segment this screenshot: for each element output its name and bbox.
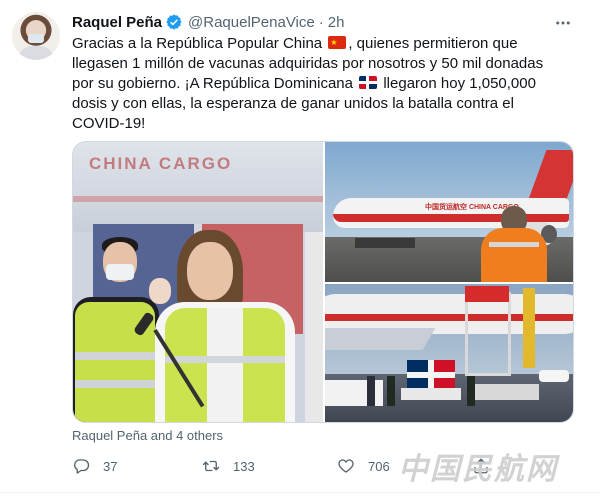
woman-head — [187, 242, 233, 300]
retweet-count: 133 — [233, 458, 255, 474]
background-person — [149, 278, 171, 304]
separator-dot: · — [318, 13, 324, 31]
yellow-lift — [523, 288, 535, 368]
tagged-users[interactable]: Raquel Peña and 4 others — [72, 428, 223, 443]
tweet-text: Gracias a la República Popular China , q… — [72, 33, 572, 134]
loader-top — [465, 286, 509, 302]
reply-button[interactable]: 37 — [72, 457, 117, 475]
tweet-header: Raquel Peña @RaquelPenaVice · 2h — [72, 12, 344, 32]
like-button[interactable]: 706 — [337, 457, 390, 475]
cargo-cart — [475, 384, 539, 400]
worker-orange-vest — [481, 228, 547, 282]
tweet-card[interactable]: Raquel Peña @RaquelPenaVice · 2h Gracias… — [0, 0, 600, 502]
tagged-users-label: Raquel Peña and 4 others — [72, 428, 224, 443]
tweet-line-1: Gracias a la República Popular China , q… — [72, 33, 572, 54]
media-grid: CHINA CARGO 中国货运航空 CHINA CARGO — [72, 141, 574, 423]
tweet-time[interactable]: 2h — [328, 14, 345, 31]
heart-icon — [338, 459, 354, 473]
worker-figure — [387, 376, 395, 406]
car — [539, 370, 569, 382]
cargo-loader — [465, 292, 511, 376]
bottom-divider — [0, 492, 600, 493]
avatar-shirt — [18, 46, 54, 60]
tweet-text-segment: por su gobierno. ¡A República Dominicana — [72, 75, 353, 92]
pillar — [305, 232, 323, 422]
dominican-flag-icon — [359, 76, 378, 89]
like-count: 706 — [368, 458, 390, 474]
cargo-cart — [401, 388, 461, 400]
verified-badge-icon — [166, 14, 182, 30]
photo-press-conference[interactable]: CHINA CARGO — [73, 142, 323, 422]
landing-gear — [355, 238, 415, 248]
china-flag-icon — [328, 33, 347, 53]
tweet-line-2: llegasen 1 millón de vacunas adquiridas … — [72, 55, 544, 72]
man-mask — [106, 264, 134, 280]
reply-icon — [74, 459, 90, 474]
retweet-button[interactable]: 133 — [202, 457, 255, 475]
tweet-line-4: dosis y con ellas, la esperanza de ganar… — [72, 95, 514, 112]
photo-stripe — [73, 196, 323, 202]
author-name[interactable]: Raquel Peña — [72, 14, 162, 31]
tweet-text-segment: Gracias a la República Popular China — [72, 35, 323, 52]
watermark: 中国民航网 — [398, 453, 558, 486]
more-horizontal-icon[interactable] — [552, 12, 574, 34]
author-handle[interactable]: @RaquelPenaVice — [188, 14, 315, 31]
avatar-mask — [28, 34, 44, 43]
plane-wing — [325, 328, 436, 350]
reply-count: 37 — [103, 458, 118, 474]
photo-cargo-plane[interactable]: 中国货运航空 CHINA CARGO — [325, 142, 573, 282]
tweet-text-segment: llegaron hoy 1,050,000 — [379, 75, 536, 92]
tweet-text-segment: , quienes permitieron que — [348, 35, 518, 52]
tweet-line-5: COVID-19! — [72, 115, 146, 132]
avatar[interactable] — [12, 12, 60, 60]
dominican-flag-crate — [407, 360, 455, 390]
worker-figure — [367, 376, 375, 406]
worker-figure — [467, 376, 475, 406]
retweet-icon — [202, 460, 220, 472]
photo-unloading[interactable] — [325, 284, 573, 422]
woman-safety-vest — [165, 308, 285, 422]
cargo-sign-text: CHINA CARGO — [89, 154, 233, 173]
tweet-line-3: por su gobierno. ¡A República Dominicana… — [72, 74, 572, 94]
